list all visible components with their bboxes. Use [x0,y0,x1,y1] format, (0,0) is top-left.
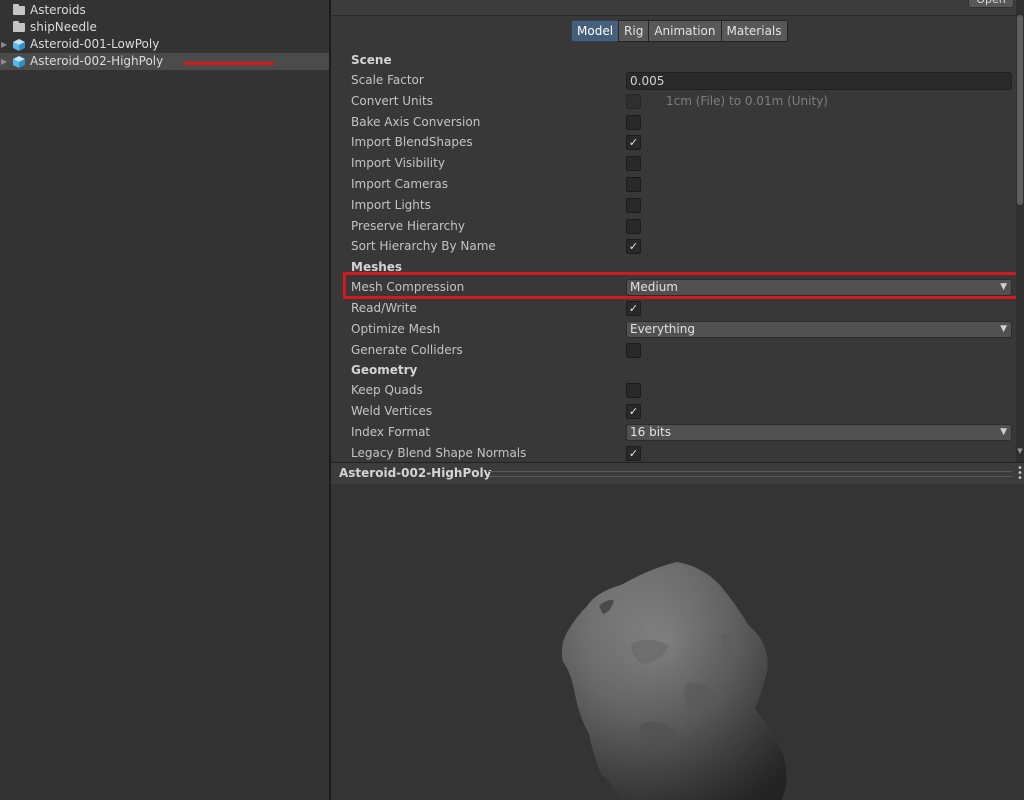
optimize-mesh-value: Everything [630,321,695,336]
import-cameras-label: Import Cameras [351,176,448,191]
folder-icon [12,21,26,34]
drag-grip-icon[interactable] [489,471,1012,477]
dropdown-caret-icon: ▼ [1000,426,1007,437]
tree-item-shipneedle-folder[interactable]: shipNeedle [0,19,329,36]
optimize-mesh-dropdown[interactable]: Everything ▼ [626,320,1012,338]
sort-hierarchy-label: Sort Hierarchy By Name [351,239,496,254]
row-convert-units: Convert Units 1cm (File) to 0.01m (Unity… [351,91,1014,112]
bake-axis-label: Bake Axis Conversion [351,114,481,129]
open-button[interactable]: Open [968,0,1014,8]
legacy-blend-label: Legacy Blend Shape Normals [351,445,527,460]
tree-item-label: Asteroids [30,3,86,17]
row-bake-axis: Bake Axis Conversion [351,112,1014,133]
tree-item-asteroid-001[interactable]: ▶ Asteroid-001-LowPoly [0,36,329,53]
preview-header[interactable]: Asteroid-002-HighPoly • • • [331,462,1024,485]
section-geometry-title: Geometry [351,363,418,378]
convert-units-hint: 1cm (File) to 0.01m (Unity) [666,93,828,108]
bake-axis-checkbox[interactable] [626,114,641,130]
import-lights-checkbox[interactable] [626,197,641,213]
read-write-label: Read/Write [351,300,417,315]
tree-item-asteroid-002[interactable]: ▶ Asteroid-002-HighPoly [0,53,329,70]
import-visibility-label: Import Visibility [351,156,445,171]
tree-item-asteroids-folder[interactable]: Asteroids [0,2,329,19]
inspector-scroll-thumb[interactable] [1017,15,1023,205]
row-generate-colliders: Generate Colliders [351,340,1014,361]
tab-animation[interactable]: Animation [648,20,722,42]
inspector-header-strip: Open [331,0,1024,16]
model-prefab-icon [12,38,26,51]
row-import-lights: Import Lights [351,195,1014,216]
scroll-down-arrow-icon[interactable]: ▼ [1016,446,1024,456]
row-import-visibility: Import Visibility [351,153,1014,174]
tab-model[interactable]: Model [571,20,620,42]
project-panel: Asteroids shipNeedle ▶ Asteroid-001-LowP… [0,0,329,800]
keep-quads-label: Keep Quads [351,383,423,398]
mesh-compression-value: Medium [630,280,678,295]
preserve-hierarchy-label: Preserve Hierarchy [351,218,465,233]
row-legacy-blend: Legacy Blend Shape Normals ✓ [351,443,1014,464]
asteroid-preview-image [561,562,787,800]
index-format-dropdown[interactable]: 16 bits ▼ [626,423,1012,441]
convert-units-label: Convert Units [351,93,433,108]
row-import-cameras: Import Cameras [351,174,1014,195]
inspector-panel: Open Model Rig Animation Materials Scene… [331,0,1024,462]
preserve-hierarchy-checkbox[interactable] [626,218,641,234]
expand-arrow-icon[interactable]: ▶ [1,53,7,70]
index-format-value: 16 bits [630,424,671,439]
import-tabs: Model Rig Animation Materials [571,20,788,42]
weld-vertices-label: Weld Vertices [351,404,433,419]
section-scene-title: Scene [351,53,392,67]
expand-arrow-icon[interactable]: ▶ [1,36,7,53]
optimize-mesh-label: Optimize Mesh [351,321,441,336]
import-lights-label: Import Lights [351,197,431,212]
tab-materials[interactable]: Materials [720,20,788,42]
row-import-blendshapes: Import BlendShapes ✓ [351,132,1014,153]
dropdown-caret-icon: ▼ [1000,323,1007,334]
tree-item-label: Asteroid-002-HighPoly [30,54,164,68]
import-visibility-checkbox[interactable] [626,156,641,172]
keep-quads-checkbox[interactable] [626,383,641,399]
folder-icon [12,4,26,17]
tab-rig[interactable]: Rig [618,20,650,42]
convert-units-checkbox[interactable] [626,93,641,109]
row-optimize-mesh: Optimize Mesh Everything ▼ [351,319,1014,340]
dropdown-caret-icon: ▼ [1000,282,1007,293]
row-index-format: Index Format 16 bits ▼ [351,422,1014,443]
scale-factor-input[interactable]: 0.005 [626,72,1012,90]
scale-factor-label: Scale Factor [351,73,424,87]
row-preserve-hierarchy: Preserve Hierarchy [351,216,1014,237]
row-weld-vertices: Weld Vertices ✓ [351,401,1014,422]
model-settings: Scene Scale Factor 0.005 Convert Units 1… [351,50,1014,464]
generate-colliders-checkbox[interactable] [626,342,641,358]
generate-colliders-label: Generate Colliders [351,342,463,357]
row-keep-quads: Keep Quads [351,380,1014,401]
tree-item-label: shipNeedle [30,20,97,34]
index-format-label: Index Format [351,424,431,439]
more-options-icon[interactable]: • • • [1017,464,1023,484]
mesh-compression-label: Mesh Compression [351,280,465,295]
section-meshes-title: Meshes [351,260,403,275]
model-prefab-icon [12,55,26,68]
read-write-checkbox[interactable]: ✓ [626,300,641,316]
tree-item-label: Asteroid-001-LowPoly [30,37,160,51]
model-preview-viewport[interactable] [331,484,1024,800]
legacy-blend-checkbox[interactable]: ✓ [626,445,641,461]
annotation-underline [184,62,274,65]
import-blendshapes-checkbox[interactable]: ✓ [626,135,641,151]
mesh-compression-dropdown[interactable]: Medium ▼ [626,279,1012,297]
row-sort-hierarchy: Sort Hierarchy By Name ✓ [351,236,1014,257]
import-blendshapes-label: Import BlendShapes [351,135,473,150]
row-read-write: Read/Write ✓ [351,298,1014,319]
preview-title: Asteroid-002-HighPoly [339,466,492,480]
row-scale-factor: Scale Factor 0.005 [351,70,1014,91]
row-mesh-compression: Mesh Compression Medium ▼ [351,277,1014,298]
import-cameras-checkbox[interactable] [626,176,641,192]
sort-hierarchy-checkbox[interactable]: ✓ [626,239,641,255]
weld-vertices-checkbox[interactable]: ✓ [626,404,641,420]
